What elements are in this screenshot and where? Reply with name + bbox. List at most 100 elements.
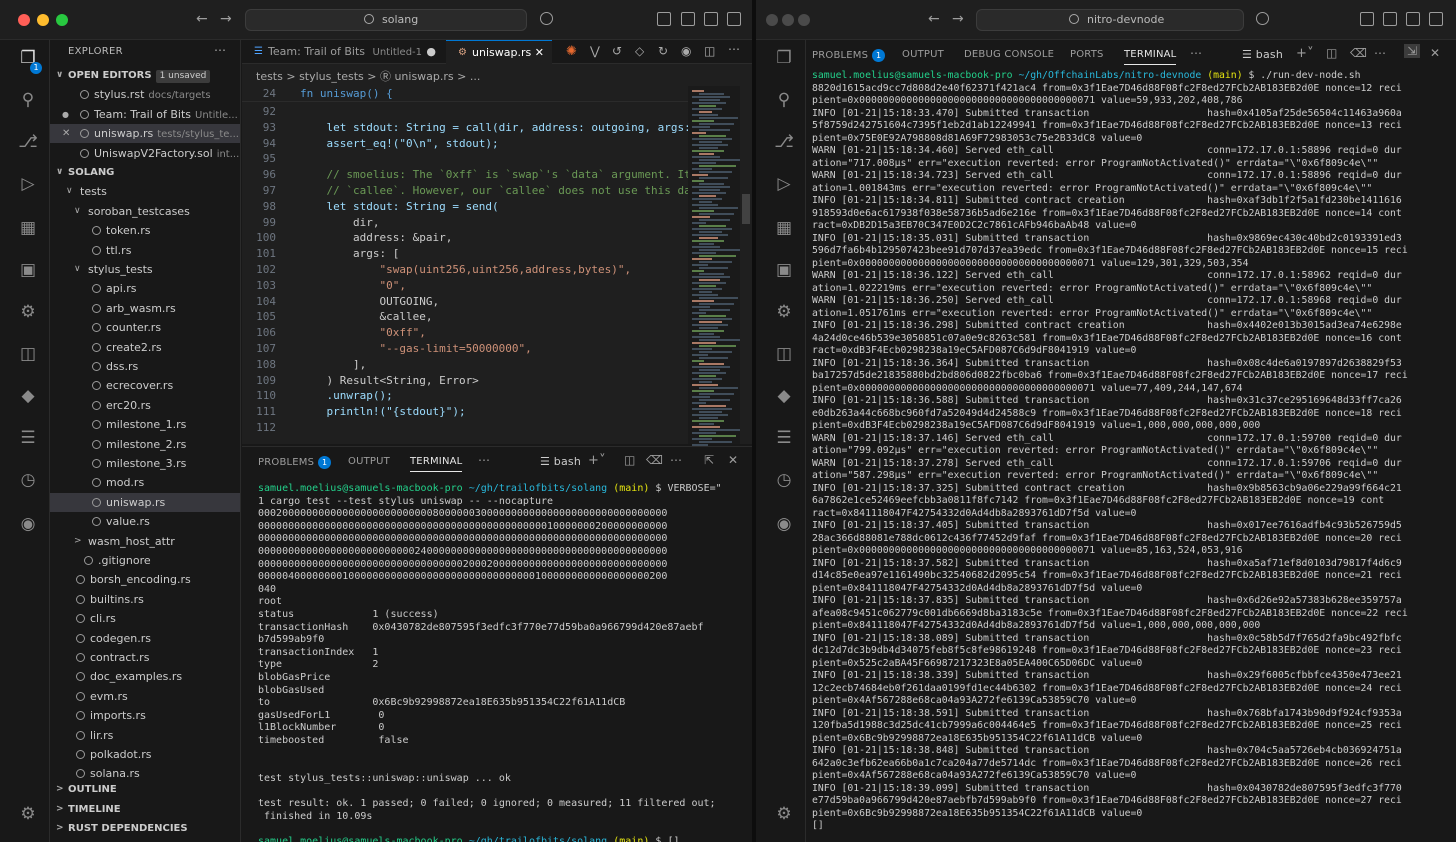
timeline-icon[interactable]: ◷ bbox=[774, 470, 794, 490]
tree-item[interactable]: .gitignore bbox=[50, 551, 240, 570]
tree-item[interactable]: erc20.rs bbox=[50, 396, 240, 415]
source-control-icon[interactable]: ⎇ bbox=[18, 132, 38, 152]
tree-item[interactable]: ecrecover.rs bbox=[50, 376, 240, 395]
command-center-search[interactable]: solang bbox=[245, 9, 527, 31]
accounts-icon[interactable]: ◉ bbox=[774, 514, 794, 534]
open-editor-item[interactable]: UniswapV2Factory.sol int... bbox=[50, 144, 240, 163]
open-editors-header[interactable]: ∨ OPEN EDITORS 1 unsaved bbox=[50, 66, 240, 85]
compare-icon[interactable]: ◇ bbox=[635, 44, 644, 58]
chat-icon[interactable]: ☰ bbox=[18, 428, 38, 448]
settings-gear-icon[interactable]: ⚙ bbox=[774, 804, 794, 824]
tree-item[interactable]: ∨ tests bbox=[50, 182, 240, 201]
forward-arrow-icon[interactable]: → bbox=[952, 11, 964, 27]
copilot-icon[interactable] bbox=[1256, 12, 1269, 25]
command-center-search[interactable]: nitro-devnode bbox=[976, 9, 1244, 31]
sidebar-section-1[interactable]: > TIMELINE bbox=[50, 800, 240, 819]
tree-item[interactable]: borsh_encoding.rs bbox=[50, 570, 240, 589]
forward-arrow-icon[interactable]: → bbox=[220, 11, 232, 27]
breadcrumb[interactable]: tests > stylus_tests > Ⓡ uniswap.rs > ..… bbox=[256, 68, 480, 84]
copilot-icon[interactable] bbox=[540, 12, 553, 25]
toggle-panel-icon[interactable] bbox=[1406, 12, 1420, 26]
revert-icon[interactable]: ↺ bbox=[612, 44, 622, 58]
terminal-shell-selector[interactable]: ☰ bash bbox=[540, 455, 581, 468]
new-terminal-icon[interactable]: +˅ bbox=[1296, 46, 1314, 61]
terminal-output[interactable]: samuel.moelius@samuels-macbook-pro ~/gh/… bbox=[812, 70, 1452, 842]
tree-item[interactable]: doc_examples.rs bbox=[50, 667, 240, 686]
tab-problems[interactable]: PROBLEMS 1 bbox=[258, 456, 332, 469]
minimize-window-button[interactable] bbox=[782, 14, 794, 26]
extensions-icon[interactable]: ▦ bbox=[18, 218, 38, 238]
tree-item[interactable]: polkadot.rs bbox=[50, 745, 240, 764]
tree-item[interactable]: value.rs bbox=[50, 512, 240, 531]
tree-item[interactable]: ttl.rs bbox=[50, 241, 240, 260]
tree-item[interactable]: codegen.rs bbox=[50, 629, 240, 648]
maximize-panel-icon[interactable]: ⇲ bbox=[1404, 44, 1421, 58]
sidebar-section-2[interactable]: > RUST DEPENDENCIES bbox=[50, 819, 240, 838]
toggle-sidebar-icon[interactable] bbox=[1383, 12, 1397, 26]
chat-icon[interactable]: ☰ bbox=[774, 428, 794, 448]
tree-item[interactable]: ∨ soroban_testcases bbox=[50, 202, 240, 221]
split-terminal-icon[interactable]: ◫ bbox=[624, 453, 636, 467]
tab-problems[interactable]: PROBLEMS 1 bbox=[812, 49, 886, 62]
tree-item[interactable]: contract.rs bbox=[50, 648, 240, 667]
close-tab-icon[interactable]: ✕ bbox=[535, 41, 544, 64]
trash-icon[interactable]: ⌫ bbox=[646, 453, 663, 467]
toggle-sidebar-icon[interactable] bbox=[681, 12, 695, 26]
tree-item[interactable]: mod.rs bbox=[50, 473, 240, 492]
more-actions-icon[interactable]: ⋯ bbox=[214, 43, 226, 57]
remote-explorer-icon[interactable]: ▣ bbox=[774, 260, 794, 280]
scrollbar-thumb[interactable] bbox=[742, 194, 750, 224]
open-changes-icon[interactable]: ↻ bbox=[658, 44, 668, 58]
testing-icon[interactable]: ⚙ bbox=[18, 302, 38, 322]
containers-icon[interactable]: ◫ bbox=[18, 344, 38, 364]
zoom-window-button[interactable] bbox=[798, 14, 810, 26]
filter-icon[interactable]: ⋁ bbox=[590, 44, 600, 58]
tab-terminal[interactable]: TERMINAL bbox=[410, 456, 463, 472]
tab-debug-console[interactable]: DEBUG CONSOLE bbox=[964, 49, 1054, 60]
git-graph-icon[interactable]: ◆ bbox=[18, 386, 38, 406]
testing-icon[interactable]: ⚙ bbox=[774, 302, 794, 322]
panel-more-icon[interactable]: ⋯ bbox=[1190, 46, 1202, 60]
close-window-button[interactable] bbox=[18, 14, 30, 26]
close-window-button[interactable] bbox=[766, 14, 778, 26]
tab-output[interactable]: OUTPUT bbox=[902, 49, 944, 60]
open-editor-item[interactable]: ✕ uniswap.rs tests/stylus_te... bbox=[50, 124, 240, 144]
open-editor-item[interactable]: stylus.rst docs/targets bbox=[50, 85, 240, 104]
accounts-icon[interactable]: ◉ bbox=[18, 514, 38, 534]
terminal-more-icon[interactable]: ⋯ bbox=[1374, 46, 1386, 60]
trash-icon[interactable]: ⌫ bbox=[1350, 46, 1367, 60]
tab-team-trail-of-bits[interactable]: ☰ Team: Trail of Bits Untitled-1 ● bbox=[242, 40, 446, 64]
tree-item[interactable]: cli.rs bbox=[50, 609, 240, 628]
tree-item[interactable]: builtins.rs bbox=[50, 590, 240, 609]
tree-item[interactable]: arb_wasm.rs bbox=[50, 299, 240, 318]
editor-scrollbar[interactable] bbox=[740, 86, 752, 444]
tree-item[interactable]: counter.rs bbox=[50, 318, 240, 337]
customize-layout-icon[interactable] bbox=[1360, 12, 1374, 26]
sticky-scroll-line[interactable]: 24 fn uniswap() { bbox=[242, 86, 688, 102]
toggle-secondary-sidebar-icon[interactable] bbox=[727, 12, 741, 26]
search-icon[interactable]: ⚲ bbox=[18, 90, 38, 110]
tree-item[interactable]: dss.rs bbox=[50, 357, 240, 376]
settings-gear-icon[interactable]: ⚙ bbox=[18, 804, 38, 824]
tree-item[interactable]: api.rs bbox=[50, 279, 240, 298]
split-terminal-icon[interactable]: ◫ bbox=[1326, 46, 1338, 60]
containers-icon[interactable]: ◫ bbox=[774, 344, 794, 364]
close-editor-icon[interactable]: ✕ bbox=[62, 124, 70, 143]
customize-layout-icon[interactable] bbox=[657, 12, 671, 26]
terminal-output[interactable]: samuel.moelius@samuels-macbook-pro ~/gh/… bbox=[258, 483, 742, 842]
close-panel-icon[interactable]: ✕ bbox=[728, 453, 738, 467]
run-debug-icon[interactable]: ▷ bbox=[18, 174, 38, 194]
toggle-secondary-sidebar-icon[interactable] bbox=[1429, 12, 1443, 26]
tree-item[interactable]: imports.rs bbox=[50, 706, 240, 725]
tree-item[interactable]: create2.rs bbox=[50, 338, 240, 357]
tree-item[interactable]: evm.rs bbox=[50, 687, 240, 706]
source-control-icon[interactable]: ⎇ bbox=[774, 132, 794, 152]
explorer-icon[interactable]: ❐ bbox=[774, 48, 794, 68]
tree-item[interactable]: uniswap.rs bbox=[50, 492, 240, 512]
remote-explorer-icon[interactable]: ▣ bbox=[18, 260, 38, 280]
editor-more-icon[interactable]: ⋯ bbox=[728, 42, 740, 56]
tree-item[interactable]: milestone_3.rs bbox=[50, 454, 240, 473]
git-graph-icon[interactable]: ◆ bbox=[774, 386, 794, 406]
panel-more-icon[interactable]: ⋯ bbox=[478, 453, 490, 467]
terminal-shell-selector[interactable]: ☰ bash bbox=[1242, 48, 1283, 61]
